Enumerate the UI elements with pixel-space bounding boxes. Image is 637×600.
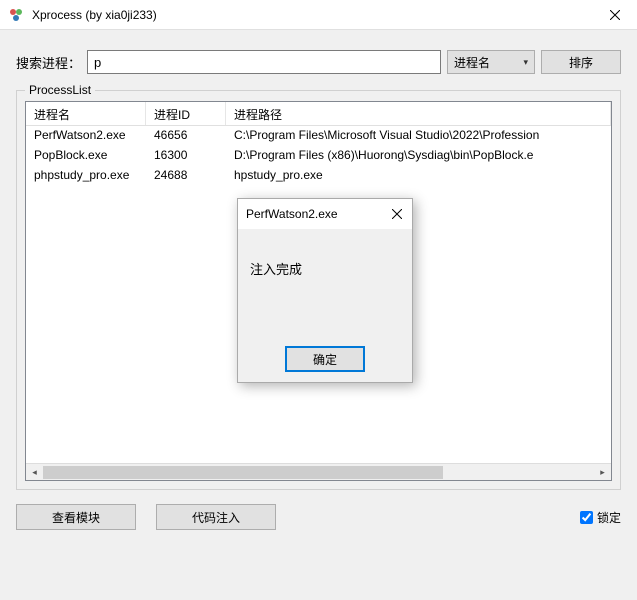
filter-selected: 进程名 <box>454 54 523 71</box>
dialog-ok-button[interactable]: 确定 <box>285 346 365 372</box>
scroll-right-button[interactable]: ▸ <box>594 464 611 481</box>
column-name[interactable]: 进程名 <box>26 102 146 125</box>
dialog-close-button[interactable] <box>382 199 412 229</box>
cutoff-area <box>547 570 637 600</box>
lock-label: 锁定 <box>597 509 621 526</box>
search-input[interactable] <box>87 50 441 74</box>
scroll-track[interactable] <box>43 464 594 481</box>
code-inject-button[interactable]: 代码注入 <box>156 504 276 530</box>
table-row[interactable]: PopBlock.exe 16300 D:\Program Files (x86… <box>26 146 611 166</box>
horizontal-scrollbar[interactable]: ◂ ▸ <box>26 463 611 480</box>
column-path[interactable]: 进程路径 <box>226 102 611 125</box>
table-row[interactable]: phpstudy_pro.exe 24688 hpstudy_pro.exe <box>26 166 611 186</box>
titlebar: Xprocess (by xia0ji233) <box>0 0 637 30</box>
scroll-thumb[interactable] <box>43 466 443 479</box>
filter-dropdown[interactable]: 进程名 ▾ <box>447 50 535 74</box>
window-close-button[interactable] <box>592 0 637 30</box>
search-row: 搜索进程： 进程名 ▾ 排序 <box>16 50 621 74</box>
dialog-titlebar: PerfWatson2.exe <box>238 199 412 229</box>
search-label: 搜索进程： <box>16 53 81 72</box>
dialog-footer: 确定 <box>238 336 412 382</box>
window-title: Xprocess (by xia0ji233) <box>32 8 592 22</box>
lock-checkbox-group[interactable]: 锁定 <box>580 509 621 526</box>
processlist-legend: ProcessList <box>25 83 95 97</box>
table-row[interactable]: PerfWatson2.exe 46656 C:\Program Files\M… <box>26 126 611 146</box>
bottom-toolbar: 查看模块 代码注入 锁定 <box>16 504 621 530</box>
dialog-title: PerfWatson2.exe <box>246 207 382 221</box>
sort-button[interactable]: 排序 <box>541 50 621 74</box>
dialog-message: 注入完成 <box>238 229 412 336</box>
view-modules-button[interactable]: 查看模块 <box>16 504 136 530</box>
listview-header: 进程名 进程ID 进程路径 <box>26 102 611 126</box>
lock-checkbox[interactable] <box>580 511 593 524</box>
chevron-down-icon: ▾ <box>523 57 528 68</box>
app-icon <box>8 7 24 23</box>
column-id[interactable]: 进程ID <box>146 102 226 125</box>
message-dialog: PerfWatson2.exe 注入完成 确定 <box>237 198 413 383</box>
scroll-left-button[interactable]: ◂ <box>26 464 43 481</box>
